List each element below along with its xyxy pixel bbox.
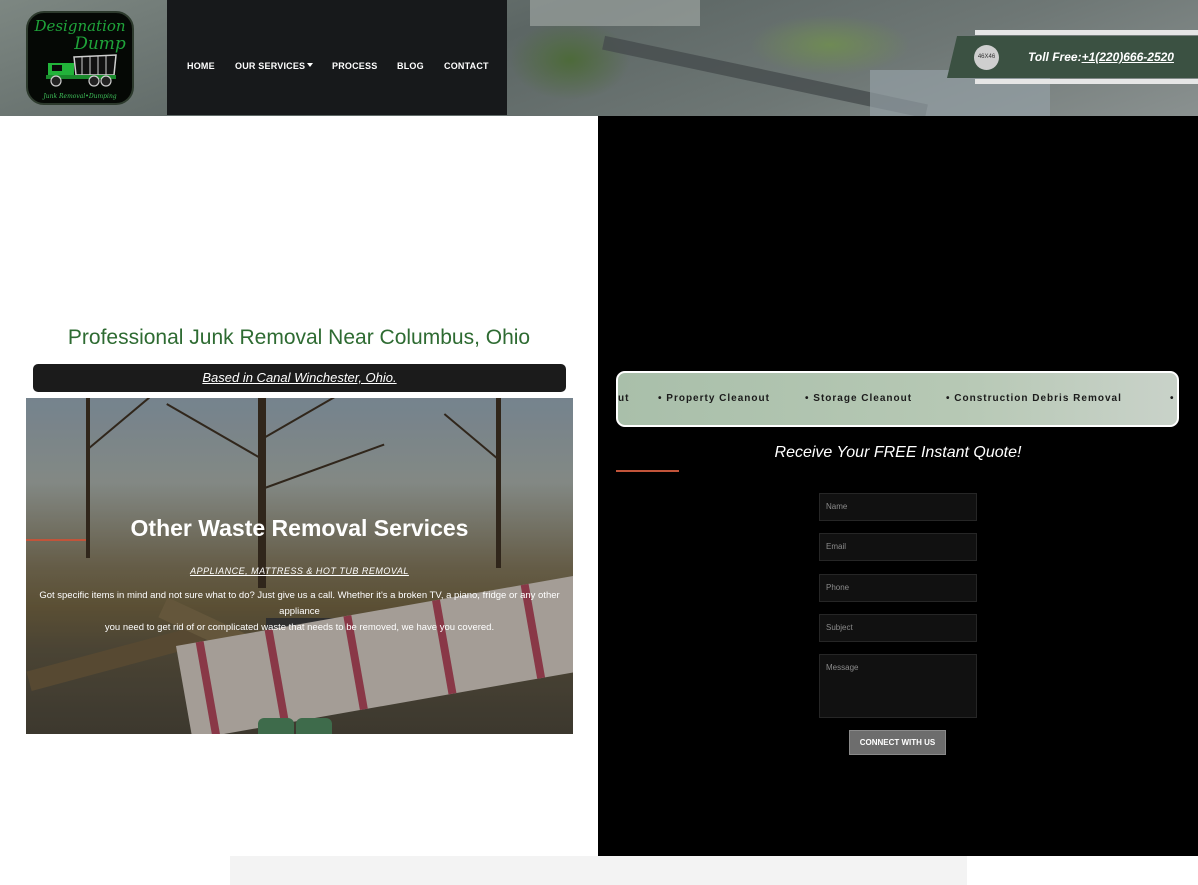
message-field[interactable]: Message xyxy=(819,654,977,718)
services-subtitle-link[interactable]: APPLIANCE, MATTRESS & HOT TUB REMOVAL xyxy=(26,566,573,576)
quote-form-title: Receive Your FREE Instant Quote! xyxy=(774,444,1022,461)
services-marquee: ut • Property Cleanout • Storage Cleanou… xyxy=(616,371,1179,427)
marquee-item: • Construction Debris Removal xyxy=(946,393,1122,404)
footer-strip xyxy=(230,856,967,885)
slider-prev-button[interactable] xyxy=(258,718,294,734)
left-column: Professional Junk Removal Near Columbus,… xyxy=(0,116,598,885)
services-description-line-1: Got specific items in mind and not sure … xyxy=(39,590,560,617)
site-logo[interactable]: Designation Dump Junk Removal•Dumping xyxy=(26,11,134,105)
slider-next-button[interactable] xyxy=(296,718,332,734)
marquee-item: • A xyxy=(1170,393,1177,404)
toll-free-label: Toll Free: xyxy=(1028,50,1082,64)
connect-button[interactable]: CONNECT WITH US xyxy=(849,730,946,755)
services-title: Other Waste Removal Services xyxy=(130,515,469,541)
toll-free-phone: Toll Free:+1(220)666-2520 xyxy=(1028,50,1174,64)
marquee-item: • Property Cleanout xyxy=(658,393,770,404)
nav-home[interactable]: HOME xyxy=(187,61,215,71)
main-navigation xyxy=(167,0,507,115)
nav-blog[interactable]: BLOG xyxy=(397,61,424,71)
nav-process[interactable]: PROCESS xyxy=(332,61,377,71)
nav-contact[interactable]: CONTACT xyxy=(444,61,489,71)
nav-our-services[interactable]: OUR SERVICES xyxy=(235,61,314,71)
name-field[interactable]: Name xyxy=(819,493,977,521)
marquee-item: • Storage Cleanout xyxy=(805,393,913,404)
subject-field[interactable]: Subject xyxy=(819,614,977,642)
phone-number-link[interactable]: +1(220)666-2520 xyxy=(1082,50,1174,64)
services-description: Got specific items in mind and not sure … xyxy=(26,588,573,636)
page-title: Professional Junk Removal Near Columbus,… xyxy=(67,326,531,349)
services-description-line-2: you need to get rid of or complicated wa… xyxy=(104,622,495,633)
logo-line-2: Dump xyxy=(74,34,126,54)
phone-avatar-placeholder: 46X46 xyxy=(974,45,999,70)
email-field[interactable]: Email xyxy=(819,533,977,561)
phone-bar-bottom-border xyxy=(975,79,1198,84)
header-background-building xyxy=(530,0,700,26)
phone-bar-top-border xyxy=(975,30,1198,35)
location-link[interactable]: Based in Canal Winchester, Ohio. xyxy=(202,370,396,385)
nav-our-services-label: OUR SERVICES xyxy=(235,61,306,71)
services-slide: Other Waste Removal Services APPLIANCE, … xyxy=(26,398,573,734)
logo-line-1: Designation xyxy=(34,17,126,35)
marquee-item: ut xyxy=(618,393,630,404)
phone-field[interactable]: Phone xyxy=(819,574,977,602)
site-header: Designation Dump Junk Removal•Dumping HO… xyxy=(0,0,1198,116)
accent-line xyxy=(616,470,679,472)
logo-tagline: Junk Removal•Dumping xyxy=(43,93,117,100)
location-banner: Based in Canal Winchester, Ohio. xyxy=(33,364,566,392)
chevron-down-icon xyxy=(307,63,314,67)
dump-truck-icon xyxy=(46,54,117,87)
